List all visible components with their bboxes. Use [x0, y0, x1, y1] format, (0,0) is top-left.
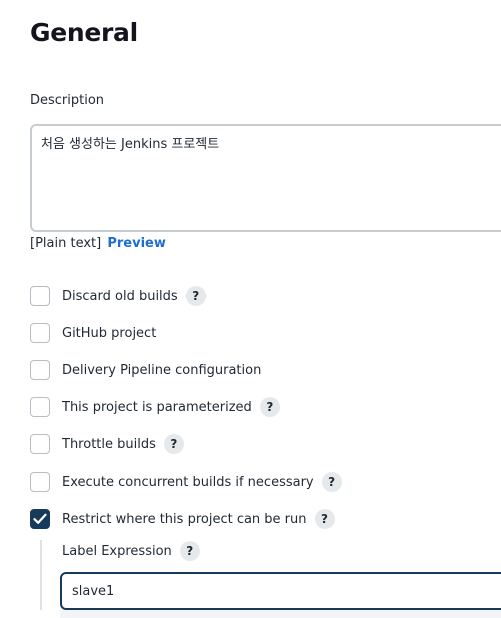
- nested-section-divider: [40, 540, 42, 610]
- option-github-project[interactable]: GitHub project: [30, 322, 156, 344]
- help-icon[interactable]: ?: [321, 472, 342, 492]
- input-underlay: [60, 610, 501, 618]
- restrict-node-label[interactable]: Restrict where this project can be run: [62, 512, 307, 527]
- parameterized-label[interactable]: This project is parameterized: [62, 400, 252, 415]
- label-expression-input[interactable]: [60, 572, 501, 610]
- plain-text-label: [Plain text]: [30, 236, 102, 251]
- help-icon[interactable]: ?: [179, 541, 200, 561]
- option-delivery-pipeline[interactable]: Delivery Pipeline configuration: [30, 359, 261, 381]
- discard-old-builds-label[interactable]: Discard old builds: [62, 289, 178, 304]
- github-project-checkbox[interactable]: [30, 323, 50, 343]
- option-restrict-node[interactable]: Restrict where this project can be run ?: [30, 508, 335, 530]
- help-icon[interactable]: ?: [163, 434, 184, 454]
- description-textarea[interactable]: 처음 생성하는 Jenkins 프로젝트: [30, 124, 501, 232]
- description-label: Description: [30, 93, 105, 108]
- section-title: General: [30, 18, 138, 47]
- general-config-page: General Description 처음 생성하는 Jenkins 프로젝트…: [0, 0, 501, 618]
- option-parameterized[interactable]: This project is parameterized ?: [30, 396, 280, 418]
- throttle-builds-label[interactable]: Throttle builds: [62, 437, 156, 452]
- restrict-node-checkbox[interactable]: [30, 509, 50, 529]
- checkmark-icon: [33, 513, 47, 524]
- concurrent-builds-label[interactable]: Execute concurrent builds if necessary: [62, 475, 314, 490]
- label-expression-row: Label Expression ?: [62, 540, 200, 562]
- option-discard-old-builds[interactable]: Discard old builds ?: [30, 285, 206, 307]
- option-concurrent-builds[interactable]: Execute concurrent builds if necessary ?: [30, 471, 342, 493]
- throttle-builds-checkbox[interactable]: [30, 434, 50, 454]
- github-project-label[interactable]: GitHub project: [62, 326, 156, 341]
- description-format-row: [Plain text] Preview: [30, 236, 166, 251]
- concurrent-builds-checkbox[interactable]: [30, 472, 50, 492]
- delivery-pipeline-label[interactable]: Delivery Pipeline configuration: [62, 363, 261, 378]
- help-icon[interactable]: ?: [185, 286, 206, 306]
- label-expression-label: Label Expression: [62, 543, 172, 559]
- discard-old-builds-checkbox[interactable]: [30, 286, 50, 306]
- option-throttle-builds[interactable]: Throttle builds ?: [30, 433, 184, 455]
- preview-link[interactable]: Preview: [107, 236, 166, 251]
- delivery-pipeline-checkbox[interactable]: [30, 360, 50, 380]
- help-icon[interactable]: ?: [259, 397, 280, 417]
- help-icon[interactable]: ?: [314, 509, 335, 529]
- parameterized-checkbox[interactable]: [30, 397, 50, 417]
